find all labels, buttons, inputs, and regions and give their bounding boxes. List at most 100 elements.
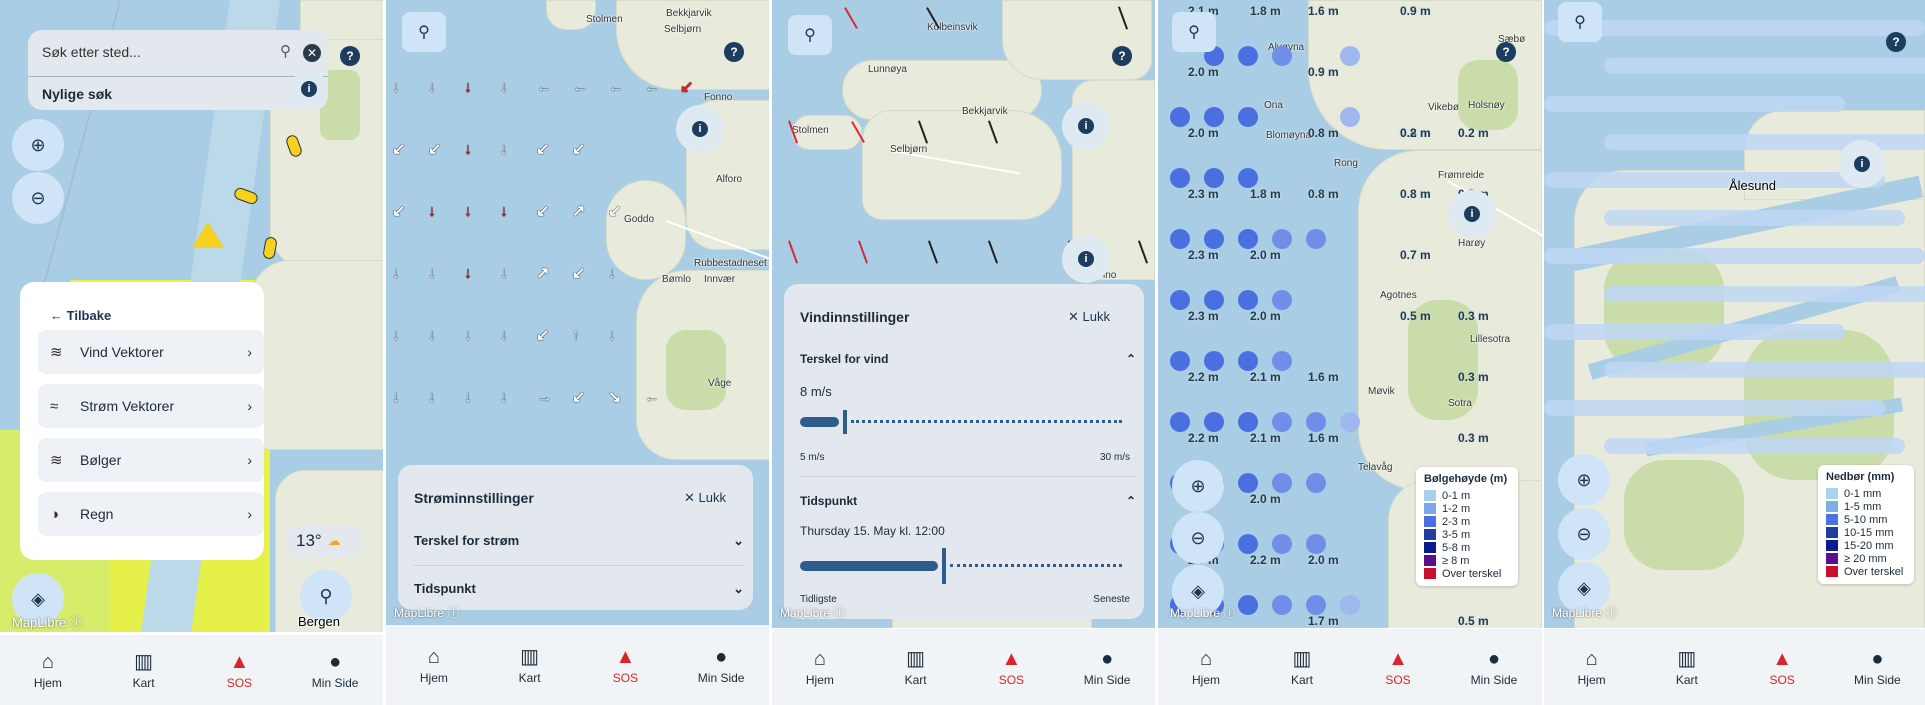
- place-label: Vikebø: [1428, 102, 1459, 113]
- nav-sos[interactable]: ▲ SOS: [578, 625, 674, 705]
- place-label: Bekkjarvik: [666, 8, 712, 19]
- help-icon[interactable]: ?: [1112, 46, 1132, 66]
- nav-my-page[interactable]: ● Min Side: [287, 635, 383, 705]
- nav-sos[interactable]: ▲ SOS: [964, 629, 1060, 705]
- wave-dot: [1204, 412, 1224, 432]
- user-icon: ●: [329, 650, 342, 673]
- chevron-right-icon: ›: [247, 344, 252, 360]
- search-button[interactable]: ⚲: [788, 15, 832, 55]
- help-icon[interactable]: ?: [340, 46, 360, 66]
- latest-label: Seneste: [1093, 594, 1130, 605]
- rain-band: [1604, 286, 1925, 302]
- screen-wind-settings: Kolbeinsvik Lunnøya Bekkjarvik Stolmen Selbj…: [772, 0, 1155, 705]
- nav-sos[interactable]: ▲ SOS: [192, 635, 288, 705]
- nav-map[interactable]: ▥ Kart: [1254, 629, 1350, 705]
- nav-home[interactable]: ⌂ Hjem: [1544, 629, 1639, 705]
- nav-home[interactable]: ⌂ Hjem: [0, 635, 96, 705]
- wave-dot: [1272, 351, 1292, 371]
- current-arrow: ↙: [392, 141, 406, 158]
- nav-sos[interactable]: ▲ SOS: [1350, 629, 1446, 705]
- nav-my-page[interactable]: ● Min Side: [673, 625, 769, 705]
- help-icon[interactable]: ?: [724, 42, 744, 62]
- current-arrow: ↙: [680, 79, 694, 96]
- search-icon: ⚲: [804, 27, 816, 44]
- legend-swatch: [1424, 555, 1436, 566]
- layer-menu-item[interactable]: ◑ Regn ›: [38, 492, 264, 536]
- wind-threshold-header[interactable]: Terskel for vind ⌃: [800, 352, 1136, 366]
- legend-swatch: [1424, 529, 1436, 540]
- nav-map[interactable]: ▥ Kart: [868, 629, 964, 705]
- weather-chip[interactable]: 13° ☁: [288, 525, 362, 557]
- wind-warning-icon[interactable]: [192, 222, 224, 248]
- layer-label: Regn: [80, 506, 114, 522]
- search-button[interactable]: ⚲: [1172, 12, 1216, 52]
- warning-icon: ▲: [1388, 647, 1408, 670]
- wave-label: 0.7 m: [1400, 248, 1431, 262]
- time-header[interactable]: Tidspunkt ⌃: [800, 494, 1136, 508]
- zoom-out-button[interactable]: ⊖: [1172, 512, 1224, 564]
- rain-band: [1604, 362, 1925, 378]
- close-button[interactable]: ✕ Lukk: [684, 490, 726, 506]
- wave-label: 2.0 m: [1250, 309, 1281, 323]
- nav-map[interactable]: ▥ Kart: [96, 635, 192, 705]
- close-button[interactable]: ✕ Lukk: [1068, 309, 1110, 325]
- wind-threshold-slider[interactable]: [800, 410, 1122, 434]
- wind-barb: [787, 240, 799, 264]
- nav-map[interactable]: ▥ Kart: [482, 625, 578, 705]
- screen-current-settings: Stolmen Bekkjarvik Selbjørn Fonno Alforo Godd…: [386, 0, 769, 705]
- wind-barb: [844, 7, 858, 29]
- layer-icon: ≋: [50, 452, 63, 469]
- info-button[interactable]: i: [676, 105, 724, 153]
- nav-my-page[interactable]: ● Min Side: [1059, 629, 1155, 705]
- place-label: Frømreide: [1438, 170, 1485, 181]
- recent-searches[interactable]: Nylige søk: [42, 86, 112, 102]
- info-button-2[interactable]: i: [1062, 235, 1110, 283]
- legend-swatch: [1424, 542, 1436, 553]
- layer-menu-item[interactable]: ≈ Strøm Vektorer ›: [38, 384, 264, 428]
- nav-map[interactable]: ▥ Kart: [1639, 629, 1734, 705]
- time-slider[interactable]: [800, 548, 1122, 584]
- slider-thumb[interactable]: [843, 410, 847, 434]
- current-threshold-row[interactable]: Terskel for strøm ⌄: [414, 533, 744, 549]
- ship-icon[interactable]: [262, 236, 278, 260]
- nav-home[interactable]: ⌂ Hjem: [1158, 629, 1254, 705]
- slider-thumb[interactable]: [942, 548, 946, 584]
- zoom-in-button[interactable]: ⊕: [12, 119, 64, 171]
- nav-my-page[interactable]: ● Min Side: [1446, 629, 1542, 705]
- help-icon[interactable]: ?: [1886, 32, 1906, 52]
- legend-label: 0-1 mm: [1844, 487, 1882, 500]
- layer-menu-item[interactable]: ≋ Vind Vektorer ›: [38, 330, 264, 374]
- nav-my-page[interactable]: ● Min Side: [1830, 629, 1925, 705]
- place-label: Holsnøy: [1468, 100, 1505, 111]
- map-icon: ▥: [1677, 647, 1697, 670]
- info-button[interactable]: i: [290, 70, 328, 108]
- wave-dot: [1272, 473, 1292, 493]
- wave-label: 2.0 m: [1188, 126, 1219, 140]
- wave-label: 2.2 m: [1188, 370, 1219, 384]
- legend-label: 1-5 mm: [1844, 500, 1882, 513]
- maplibre-logo: MapLibre ⓘ: [780, 606, 846, 620]
- back-link[interactable]: ← Tilbake: [50, 308, 111, 323]
- zoom-in-button[interactable]: ⊕: [1558, 454, 1610, 506]
- arrow-left-icon: ←: [50, 308, 67, 323]
- nav-home[interactable]: ⌂ Hjem: [772, 629, 868, 705]
- zoom-in-button[interactable]: ⊕: [1172, 460, 1224, 512]
- search-button[interactable]: ⚲: [1558, 2, 1602, 42]
- nav-sos[interactable]: ▲ SOS: [1735, 629, 1830, 705]
- clear-search-icon[interactable]: ✕: [303, 44, 321, 62]
- info-button[interactable]: i: [1062, 102, 1110, 150]
- nav-home[interactable]: ⌂ Hjem: [386, 625, 482, 705]
- time-row[interactable]: Tidspunkt ⌄: [414, 581, 744, 597]
- info-button[interactable]: i: [1448, 190, 1496, 238]
- user-icon: ●: [1101, 647, 1114, 670]
- legend-item: 1-5 mm: [1826, 500, 1906, 513]
- zoom-out-button[interactable]: ⊖: [1558, 508, 1610, 560]
- maplibre-logo: MapLibre ⓘ: [12, 615, 83, 630]
- info-button[interactable]: i: [1838, 140, 1886, 188]
- zoom-out-button[interactable]: ⊖: [12, 172, 64, 224]
- search-input[interactable]: Søk etter sted...: [42, 44, 141, 60]
- current-arrow: ↙: [392, 203, 406, 220]
- search-button[interactable]: ⚲: [402, 12, 446, 52]
- help-icon[interactable]: ?: [1496, 42, 1516, 62]
- layer-menu-item[interactable]: ≋ Bølger ›: [38, 438, 264, 482]
